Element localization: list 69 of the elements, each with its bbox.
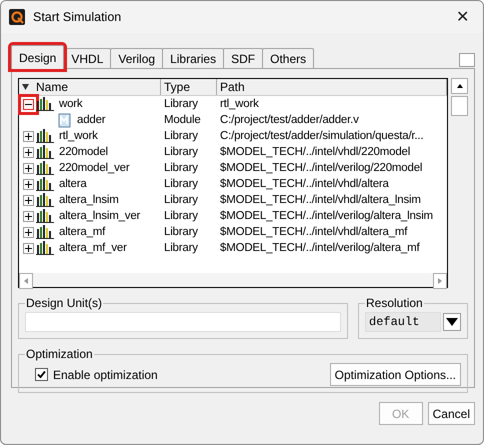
tab[interactable]: Design bbox=[11, 45, 64, 69]
scroll-left-icon[interactable] bbox=[19, 273, 33, 289]
checkbox-label[interactable]: Enable optimization bbox=[53, 368, 158, 382]
expand-icon[interactable] bbox=[23, 146, 34, 158]
type-cell-text: Library bbox=[163, 178, 199, 190]
tree-item-name[interactable]: altera_lnsim_ver bbox=[56, 210, 140, 222]
tree-item-name[interactable]: adder bbox=[74, 114, 106, 126]
path-cell-text: $MODEL_TECH/../intel/verilog/altera_lnsim bbox=[219, 210, 434, 222]
path-cell-text: $MODEL_TECH/../intel/verilog/220model bbox=[219, 162, 424, 174]
type-cell-text: Library bbox=[163, 226, 199, 238]
type-cell-text: Library bbox=[163, 162, 199, 174]
window-title: Start Simulation bbox=[33, 10, 122, 24]
tree-item-name[interactable]: altera bbox=[56, 178, 87, 190]
tree-item-name[interactable]: 220model bbox=[56, 146, 108, 158]
path-cell-text: $MODEL_TECH/../intel/vhdl/220model bbox=[219, 146, 412, 158]
tree-item-name[interactable]: work bbox=[56, 98, 82, 110]
type-cell-text: Library bbox=[163, 242, 199, 254]
expand-icon[interactable] bbox=[23, 162, 34, 174]
expand-icon[interactable] bbox=[23, 210, 34, 222]
checkbox[interactable] bbox=[35, 368, 48, 381]
scroll-up-icon[interactable] bbox=[451, 78, 468, 94]
resolution-select[interactable]: default bbox=[365, 312, 441, 332]
tree-item-name[interactable]: rtl_work bbox=[56, 130, 98, 142]
group-label: Optimization bbox=[25, 347, 94, 361]
type-cell-text: Library bbox=[163, 210, 199, 222]
path-cell-text: $MODEL_TECH/../intel/vhdl/altera bbox=[219, 178, 390, 190]
path-cell-text: C:/project/test/adder/adder.v bbox=[219, 114, 360, 126]
column-header[interactable]: Path bbox=[217, 79, 447, 95]
design-unit-field[interactable] bbox=[25, 312, 341, 332]
tab[interactable]: Others bbox=[262, 48, 314, 69]
column-header[interactable]: Type bbox=[161, 79, 217, 95]
dialog-button[interactable]: Cancel bbox=[428, 402, 475, 425]
expand-icon[interactable] bbox=[23, 178, 34, 190]
expand-icon[interactable] bbox=[23, 130, 34, 142]
library-icon bbox=[36, 193, 54, 207]
path-cell-text: $MODEL_TECH/../intel/vhdl/altera_lnsim bbox=[219, 194, 422, 206]
path-cell-text: rtl_work bbox=[219, 98, 260, 110]
library-icon bbox=[36, 145, 54, 159]
optimization-options-button[interactable]: Optimization Options... bbox=[330, 363, 461, 386]
library-icon bbox=[36, 97, 54, 111]
type-cell-text: Library bbox=[163, 194, 199, 206]
scroll-thumb[interactable] bbox=[451, 96, 468, 116]
column-menu-icon[interactable] bbox=[21, 82, 30, 91]
group-label: Design Unit(s) bbox=[25, 296, 104, 310]
library-icon bbox=[36, 241, 54, 255]
type-cell-text: Library bbox=[163, 146, 199, 158]
expand-icon[interactable] bbox=[23, 226, 34, 238]
app-logo-icon bbox=[9, 9, 25, 25]
path-cell-text: $MODEL_TECH/../intel/vhdl/altera_mf bbox=[219, 226, 408, 238]
tree-item-name[interactable]: altera_mf_ver bbox=[56, 242, 127, 254]
scroll-right-icon[interactable] bbox=[433, 273, 447, 289]
type-cell-text: Module bbox=[163, 114, 202, 126]
expand-icon[interactable] bbox=[23, 242, 34, 254]
expand-icon[interactable] bbox=[23, 194, 34, 206]
tree-item-name[interactable]: altera_mf bbox=[56, 226, 106, 238]
close-button[interactable]: ✕ bbox=[450, 7, 475, 27]
library-icon bbox=[36, 225, 54, 239]
module-file-icon bbox=[58, 112, 72, 128]
library-icon bbox=[36, 129, 54, 143]
library-icon bbox=[36, 161, 54, 175]
tree-item-name[interactable]: 220model_ver bbox=[56, 162, 130, 174]
tree-item-name[interactable]: altera_lnsim bbox=[56, 194, 119, 206]
library-icon bbox=[36, 209, 54, 223]
library-icon bbox=[36, 177, 54, 191]
type-cell-text: Library bbox=[163, 130, 199, 142]
path-cell-text: $MODEL_TECH/../intel/verilog/altera_mf bbox=[219, 242, 421, 254]
type-cell-text: Library bbox=[163, 98, 199, 110]
path-cell-text: C:/project/test/adder/simulation/questa/r... bbox=[219, 130, 424, 142]
group-label: Resolution bbox=[365, 296, 424, 310]
